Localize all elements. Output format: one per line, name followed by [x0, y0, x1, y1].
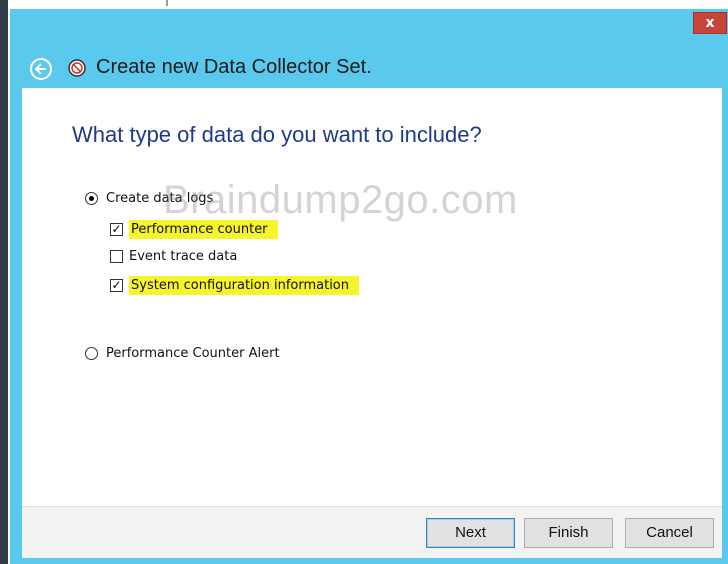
radio-label-create-data-logs: Create data logs: [106, 191, 214, 206]
window-left-edge: [0, 0, 8, 564]
radio-label-performance-counter-alert: Performance Counter Alert: [106, 346, 280, 361]
wizard-content: What type of data do you want to include…: [22, 88, 722, 506]
back-button[interactable]: [30, 58, 52, 80]
checkbox-checked[interactable]: ✓: [110, 279, 123, 292]
checkbox-label-performance-counter: Performance counter: [129, 220, 278, 239]
checkbox-label-system-configuration: System configuration information: [129, 276, 360, 295]
next-button[interactable]: Next: [426, 518, 515, 548]
checkbox-system-configuration[interactable]: ✓ System configuration information: [110, 276, 360, 295]
radio-button-selected[interactable]: [85, 192, 98, 205]
page-heading: What type of data do you want to include…: [72, 122, 482, 147]
checkbox-event-trace-data[interactable]: Event trace data: [110, 249, 237, 264]
cancel-button[interactable]: Cancel: [625, 518, 714, 548]
checkbox-unchecked[interactable]: [110, 250, 123, 263]
close-icon: x: [705, 15, 715, 31]
bottom-border: [10, 558, 728, 564]
wizard-title: Create new Data Collector Set.: [96, 56, 372, 78]
wizard-footer: Next Finish Cancel: [22, 506, 722, 559]
back-arrow-icon: [34, 63, 46, 75]
wizard-titlebar: Create new Data Collector Set.: [10, 50, 728, 90]
close-button[interactable]: x: [693, 12, 727, 34]
finish-button[interactable]: Finish: [524, 518, 613, 548]
radio-create-data-logs[interactable]: Create data logs: [85, 191, 213, 206]
radio-button-unselected[interactable]: [85, 347, 98, 360]
top-strip: [10, 0, 728, 9]
data-collector-icon: [68, 59, 86, 77]
checkbox-label-event-trace-data: Event trace data: [129, 249, 238, 264]
checkbox-checked[interactable]: ✓: [110, 223, 123, 236]
checkbox-performance-counter[interactable]: ✓ Performance counter: [110, 220, 278, 239]
radio-performance-counter-alert[interactable]: Performance Counter Alert: [85, 346, 280, 361]
